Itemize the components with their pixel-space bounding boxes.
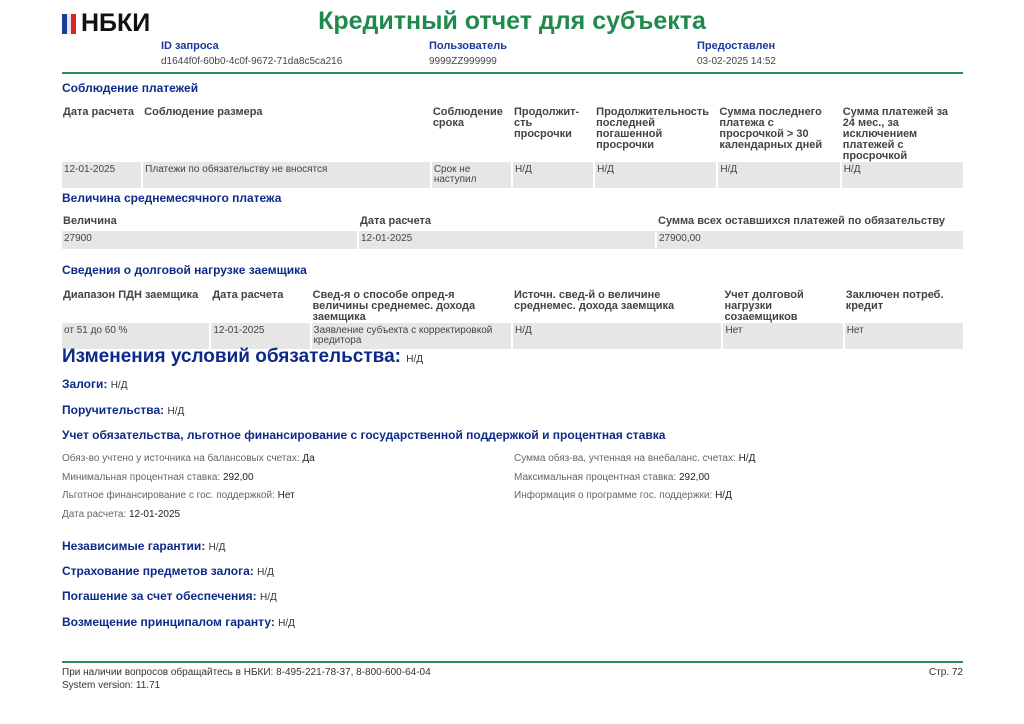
column-header: Величина (63, 215, 117, 227)
column-header: Сумма платежей за 24 мес., за исключение… (842, 106, 949, 162)
accounting-field: Информация о программе гос. поддержки: Н… (514, 490, 732, 501)
table-cell: 27900,00 (657, 231, 963, 249)
user-value: 9999ZZ999999 (429, 56, 497, 67)
table-row: 12-01-2025 Платежи по обязательству не в… (62, 162, 963, 188)
accounting-field: Обяз-во учтено у источника на балансовых… (62, 453, 315, 464)
pledges-heading: Залоги: Н/Д (62, 377, 127, 391)
column-header: Учет долговой нагрузки созаемщиков (724, 289, 804, 323)
table-cell: Срок не наступил (431, 162, 511, 188)
accounting-field: Сумма обяз-ва, учтенная на внебаланс. сч… (514, 453, 756, 464)
table-cell: Н/Д (512, 323, 722, 349)
changes-value: Н/Д (406, 354, 424, 365)
sureties-value: Н/Д (167, 406, 185, 417)
column-header: Диапазон ПДН заемщика (63, 289, 199, 301)
column-header: Продолжительность последней погашенной п… (596, 106, 710, 151)
table-cell: Н/Д (512, 162, 594, 188)
changes-heading: Изменения условий обязательства: Н/Д (62, 346, 423, 368)
table-cell: 12-01-2025 (359, 231, 655, 249)
column-header: Свед-я о способе опред-я величины средне… (312, 289, 476, 323)
request-id-label: ID запроса (161, 40, 219, 52)
guarantees-heading: Независимые гарантии: Н/Д (62, 539, 226, 553)
column-header: Продолжит-сть просрочки (513, 106, 580, 140)
payments-table: Дата расчета Соблюдение размера Соблюден… (60, 107, 965, 188)
debt-load-table: Диапазон ПДН заемщика Дата расчета Свед-… (60, 290, 965, 349)
table-header-row: Величина Дата расчета Сумма всех оставши… (62, 216, 963, 231)
page-title: Кредитный отчет для субъекта (318, 7, 706, 35)
table-cell: Платежи по обязательству не вносятся (143, 162, 430, 188)
table-cell: Н/Д (718, 162, 840, 188)
column-header: Сумма всех оставшихся платежей по обязат… (658, 215, 946, 227)
accounting-field: Максимальная процентная ставка: 292,00 (514, 472, 710, 483)
accounting-field: Минимальная процентная ставка: 292,00 (62, 472, 254, 483)
accounting-heading: Учет обязательства, льготное финансирова… (62, 428, 666, 442)
pledges-title: Залоги: (62, 377, 108, 391)
table-cell: Нет (844, 323, 963, 349)
table-header-row: Дата расчета Соблюдение размера Соблюден… (62, 107, 963, 162)
debt-load-section-title: Сведения о долговой нагрузке заемщика (62, 263, 307, 277)
accounting-field: Льготное финансирование с гос. поддержко… (62, 490, 295, 501)
column-header: Источн. свед-й о величине среднемес. дох… (513, 289, 675, 312)
table-cell: Нет (723, 323, 843, 349)
sureties-heading: Поручительства: Н/Д (62, 403, 184, 417)
column-header: Сумма последнего платежа с просрочкой > … (719, 106, 823, 151)
avg-payment-section-title: Величина среднемесячного платежа (62, 191, 282, 205)
table-header-row: Диапазон ПДН заемщика Дата расчета Свед-… (62, 290, 963, 323)
table-cell: Н/Д (841, 162, 963, 188)
footer-contact: При наличии вопросов обращайтесь в НБКИ:… (62, 667, 431, 678)
table-cell: 27900 (62, 231, 357, 249)
sureties-title: Поручительства: (62, 403, 165, 417)
avg-payment-table: Величина Дата расчета Сумма всех оставши… (60, 216, 965, 249)
footer-version: System version: 11.71 (62, 680, 161, 691)
user-label: Пользователь (429, 40, 508, 52)
provided-label: Предоставлен (697, 40, 776, 52)
repayment-heading: Погашение за счет обеспечения: Н/Д (62, 589, 277, 603)
credit-report-page: НБКИ Кредитный отчет для субъекта ID зап… (0, 0, 1024, 724)
column-header: Соблюдение размера (144, 106, 263, 118)
page-number: Стр. 72 (928, 667, 963, 678)
table-row: 27900 12-01-2025 27900,00 (62, 231, 963, 249)
column-header: Соблюдение срока (432, 106, 503, 129)
table-cell: Н/Д (595, 162, 717, 188)
accounting-field: Дата расчета: 12-01-2025 (62, 509, 181, 520)
column-header: Дата расчета (212, 289, 284, 301)
column-header: Заключен потреб. кредит (845, 289, 944, 312)
pledges-value: Н/Д (110, 380, 128, 391)
column-header: Дата расчета (360, 215, 432, 227)
footer-divider (62, 661, 963, 663)
changes-title: Изменения условий обязательства: (62, 346, 401, 367)
insurance-heading: Страхование предметов залога: Н/Д (62, 564, 274, 578)
request-id-value: d1644f0f-60b0-4c0f-9672-71da8c5ca216 (161, 56, 343, 67)
table-cell: 12-01-2025 (62, 162, 142, 188)
column-header: Дата расчета (63, 106, 135, 118)
provided-value: 03-02-2025 14:52 (697, 56, 776, 67)
reimbursement-heading: Возмещение принципалом гаранту: Н/Д (62, 615, 295, 629)
header-divider (62, 72, 963, 74)
payments-section-title: Соблюдение платежей (62, 81, 199, 95)
